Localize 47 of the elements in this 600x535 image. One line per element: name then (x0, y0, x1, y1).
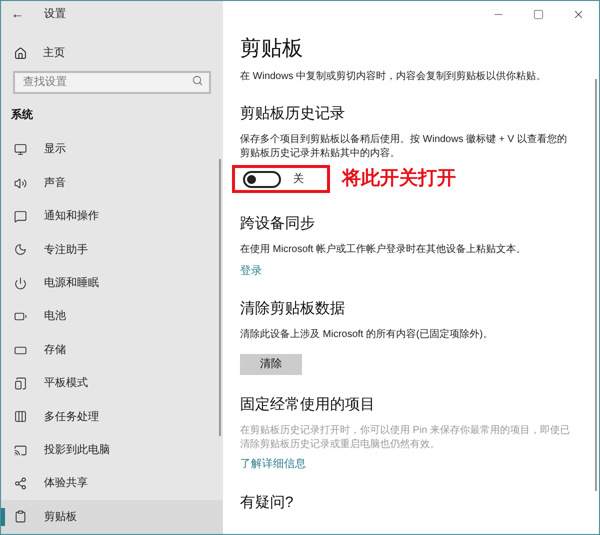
moon-icon (14, 243, 27, 256)
link[interactable]: 登录 (240, 262, 262, 279)
nav-item[interactable]: 平板模式 (1, 366, 223, 400)
tablet-icon (14, 376, 27, 390)
search-field[interactable]: 查找设置 (13, 70, 211, 94)
section-heading: 剪贴板历史记录 (240, 104, 345, 124)
link[interactable]: 了解详细信息 (240, 456, 306, 472)
annotation-text: 将此开关打开 (342, 166, 456, 191)
speaker-icon (14, 176, 27, 190)
nav-item[interactable]: 专注助手 (1, 233, 223, 267)
section-description: 保存多个项目到剪贴板以备稍后使用。按 Windows 徽标键 + V 以查看您的剪贴板历史记录并粘贴其中的内容。 (240, 133, 568, 161)
section-heading: 跨设备同步 (240, 214, 315, 234)
share-icon (14, 477, 27, 490)
maximize-icon[interactable] (533, 8, 544, 20)
toggle-switch[interactable] (243, 170, 281, 188)
section-heading: 固定经常使用的项目 (240, 395, 375, 415)
section-label: 系统 (10, 108, 33, 122)
page-title: 剪贴板 (240, 36, 303, 62)
section-description: 在剪贴板历史记录打开时，你可以使用 Pin 来保存你最常用的项目，即使已清除剪贴板历史记录或重启电脑也仍然有效。 (240, 424, 572, 452)
cast-icon (14, 444, 27, 457)
nav-item[interactable]: 声音 (1, 166, 223, 200)
nav-item[interactable]: 通知和操作 (1, 200, 223, 234)
nav-item[interactable]: 存储 (1, 333, 223, 367)
back-button[interactable]: ← (11, 4, 24, 24)
clear-button[interactable]: 清除 (240, 354, 302, 375)
clipboard-icon (14, 510, 27, 524)
home-link[interactable]: 主页 (43, 44, 65, 62)
nav-item[interactable]: 电池 (1, 300, 223, 334)
speech-bubble-icon (14, 210, 27, 223)
search-icon (192, 75, 203, 86)
section-description: 在使用 Microsoft 帐户或工作帐户登录时在其他设备上粘贴文本。 (240, 242, 528, 256)
power-icon (14, 276, 27, 290)
nav-item[interactable]: 投影到此电脑 (1, 434, 223, 467)
nav-item[interactable]: 体验共享 (1, 466, 223, 500)
window-title: 设置 (44, 6, 66, 22)
section-heading: 有疑问? (240, 492, 294, 512)
columns-icon (14, 410, 27, 424)
section-heading: 清除剪贴板数据 (240, 299, 345, 319)
nav-item[interactable]: 显示 (1, 133, 223, 166)
home-icon (14, 46, 27, 60)
nav-item[interactable]: 剪贴板 (1, 500, 223, 534)
page-intro: 在 Windows 中复制或剪切内容时，内容会复制到剪贴板以供你粘贴。 (240, 70, 546, 84)
toggle-state-label: 关 (293, 172, 304, 187)
monitor-icon (14, 143, 27, 156)
section-description: 清除此设备上涉及 Microsoft 的所有内容(已固定项除外)。 (240, 328, 494, 342)
nav-item[interactable]: 电源和睡眠 (1, 266, 223, 300)
nav-item[interactable]: 多任务处理 (1, 400, 223, 434)
